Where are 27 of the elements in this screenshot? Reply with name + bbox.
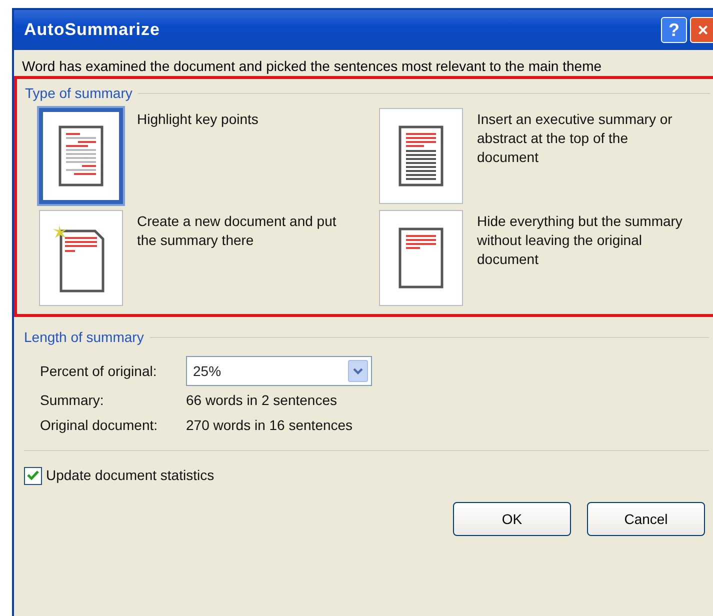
option-label: Highlight key points bbox=[137, 110, 260, 129]
stat-value: 270 words in 16 sentences bbox=[186, 416, 354, 435]
help-button[interactable]: ? bbox=[661, 17, 687, 43]
document-icon bbox=[398, 227, 444, 289]
stat-label: Original document: bbox=[40, 416, 159, 435]
stat-value: 66 words in 2 sentences bbox=[186, 391, 338, 410]
percent-dropdown[interactable]: 25% bbox=[186, 356, 372, 386]
ok-button[interactable]: OK bbox=[453, 502, 571, 536]
group-label: Length of summary bbox=[24, 328, 144, 347]
field-label: Percent of original: bbox=[40, 362, 158, 381]
option-label: Hide everything but the summary without leaving the original document bbox=[477, 212, 684, 269]
cancel-button[interactable]: Cancel bbox=[587, 502, 705, 536]
summary-type-button[interactable] bbox=[379, 108, 463, 204]
summary-type-button[interactable] bbox=[39, 210, 123, 306]
stat-label: Summary: bbox=[40, 391, 105, 410]
close-button[interactable]: × bbox=[690, 17, 713, 43]
summary-type-button[interactable] bbox=[379, 210, 463, 306]
option-label: Create a new document and put the summary there bbox=[137, 212, 338, 250]
group-label: Type of summary bbox=[25, 84, 132, 103]
checkbox-label: Update document statistics bbox=[46, 466, 214, 485]
option-label: Insert an executive summary or abstract at the top of the document bbox=[477, 110, 674, 167]
document-icon bbox=[398, 125, 444, 187]
description-text: Word has examined the document and picked the sentences most relevant to the main theme bbox=[21, 57, 603, 76]
window-title: AutoSummarize bbox=[24, 19, 161, 42]
checkbox[interactable] bbox=[24, 466, 42, 484]
summary-type-button[interactable] bbox=[39, 108, 123, 204]
document-icon bbox=[58, 125, 104, 187]
